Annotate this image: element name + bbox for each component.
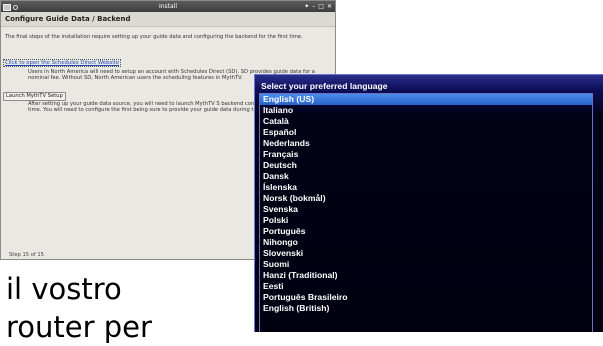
language-item[interactable]: Hanzi (Traditional) — [260, 270, 592, 281]
close-icon[interactable]: ✕ — [327, 1, 332, 12]
window-title: Install — [158, 3, 178, 10]
keep-above-icon[interactable]: ✦ — [304, 1, 309, 12]
language-selector-title: Select your preferred language — [261, 81, 388, 91]
language-item[interactable]: Nederlands — [260, 138, 592, 149]
language-item[interactable]: Slovenski — [260, 248, 592, 259]
language-selector-panel: Select your preferred language English (… — [254, 74, 603, 332]
caption-line-2: router per — [6, 310, 152, 344]
window-controls: ✦ – □ ✕ — [304, 1, 332, 12]
language-item[interactable]: Norsk (bokmål) — [260, 193, 592, 204]
language-item[interactable]: Nihongo — [260, 237, 592, 248]
window-titlebar[interactable]: Install ✦ – □ ✕ — [1, 1, 335, 12]
caption-text: il vostro router per — [6, 270, 152, 346]
language-item[interactable]: Italiano — [260, 105, 592, 116]
language-item[interactable]: Português Brasileiro — [260, 292, 592, 303]
step-indicator: Step 15 of 15 — [9, 252, 44, 258]
language-item[interactable]: English (US) — [260, 94, 592, 105]
maximize-icon[interactable]: □ — [318, 1, 324, 12]
launch-mythtv-setup-button[interactable]: Launch MythTV Setup — [3, 92, 66, 101]
language-item[interactable]: English (British) — [260, 303, 592, 314]
language-item[interactable]: Español — [260, 127, 592, 138]
language-item[interactable]: Polski — [260, 215, 592, 226]
language-item[interactable]: Svenska — [260, 204, 592, 215]
language-item[interactable]: Íslenska — [260, 182, 592, 193]
language-item[interactable]: Eesti — [260, 281, 592, 292]
minimize-icon[interactable]: – — [312, 1, 315, 12]
language-item[interactable]: Suomi — [260, 259, 592, 270]
language-item[interactable]: Português — [260, 226, 592, 237]
language-item[interactable]: Deutsch — [260, 160, 592, 171]
caption-line-1: il vostro — [6, 272, 122, 306]
language-item[interactable]: Català — [260, 116, 592, 127]
schedules-direct-link[interactable]: Click to open the Schedules Direct Websi… — [3, 59, 122, 67]
page-title: Configure Guide Data / Backend — [1, 12, 335, 27]
language-item[interactable]: Français — [260, 149, 592, 160]
intro-text: The final steps of the installation requ… — [5, 34, 303, 40]
language-list[interactable]: English (US) Italiano Català Español Nederla… — [259, 93, 593, 332]
language-item[interactable]: Dansk — [260, 171, 592, 182]
